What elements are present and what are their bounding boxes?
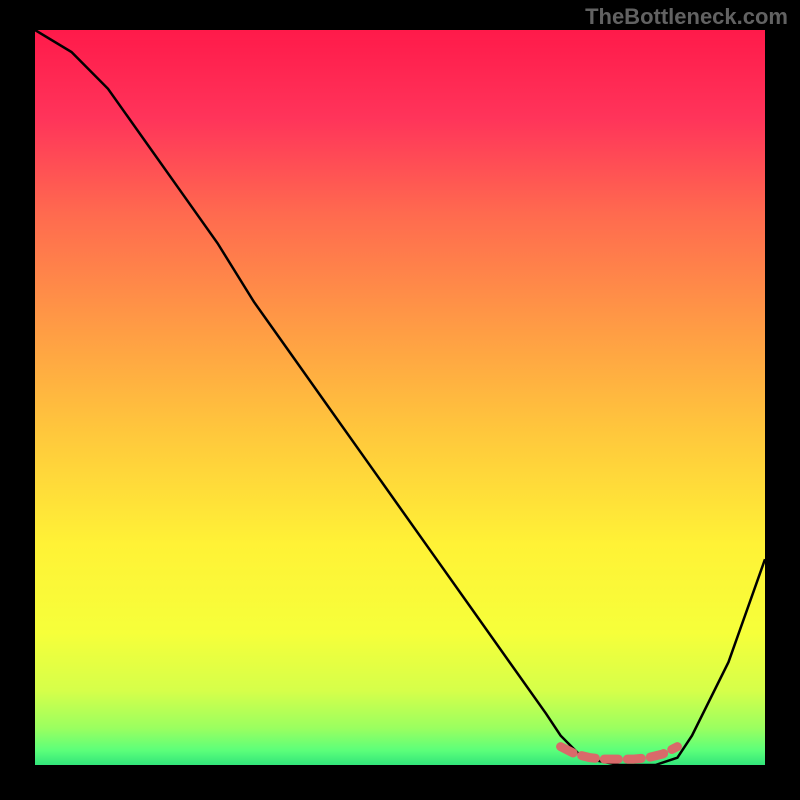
watermark-text: TheBottleneck.com [585,4,788,30]
plot-area [35,30,765,765]
bottleneck-curve [35,30,765,765]
optimal-zone-curve [561,747,678,759]
curve-overlay [35,30,765,765]
